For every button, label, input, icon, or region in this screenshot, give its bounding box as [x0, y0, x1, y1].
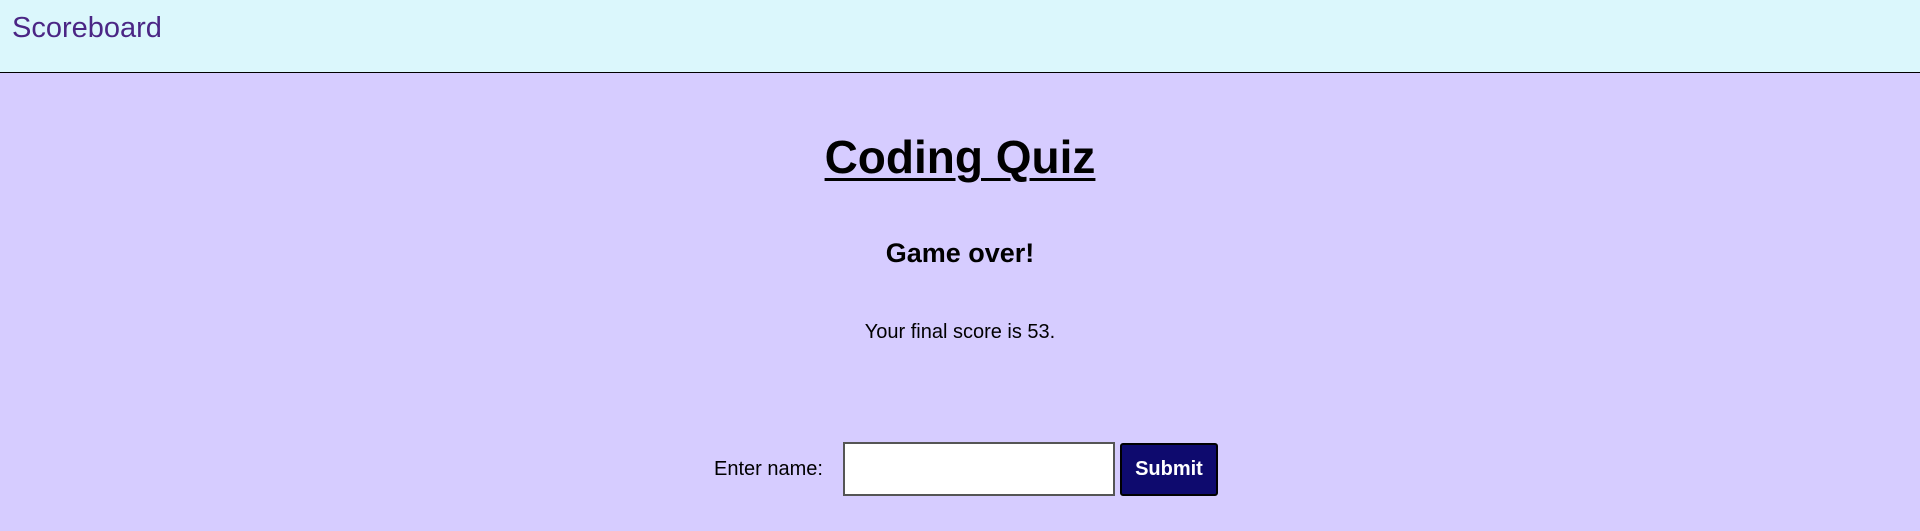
submit-button[interactable]: Submit [1119, 442, 1218, 496]
name-entry-form: Enter name: Submit [714, 442, 1218, 496]
page-title: Coding Quiz [824, 131, 1096, 183]
game-over-heading: Game over! [885, 238, 1035, 268]
name-label: Enter name: [714, 457, 823, 480]
final-score-text: Your final score is 53. [864, 321, 1056, 343]
scoreboard-link[interactable]: Scoreboard [12, 11, 162, 45]
top-bar: Scoreboard [0, 0, 1920, 73]
name-input[interactable] [842, 442, 1115, 496]
